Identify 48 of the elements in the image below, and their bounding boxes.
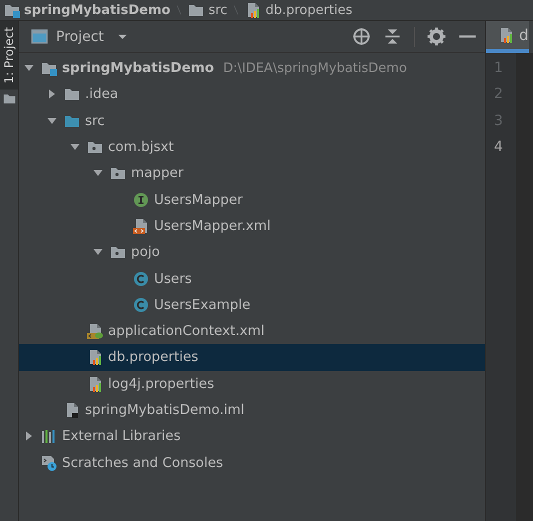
tree-item[interactable]: src xyxy=(19,108,485,134)
view-selector[interactable]: Project xyxy=(31,28,129,45)
properties-file-icon xyxy=(498,27,514,43)
package-icon xyxy=(110,165,126,182)
line-number: 4 xyxy=(493,138,504,157)
spring-xml-icon xyxy=(87,323,103,340)
tree-item[interactable]: com.bjsxt xyxy=(19,134,485,160)
side-tab[interactable]: 1: Project xyxy=(0,21,18,90)
folder-icon xyxy=(2,92,16,105)
breadcrumb-item[interactable]: db.properties xyxy=(245,2,352,18)
tree-item[interactable]: Scratches and Consoles xyxy=(19,449,485,476)
tree-item[interactable]: UsersMapper.xml xyxy=(19,212,485,240)
collapse-icon[interactable] xyxy=(383,27,402,46)
settings-icon[interactable] xyxy=(427,27,446,46)
breadcrumb-item[interactable]: springMybatisDemo xyxy=(4,2,170,18)
package-icon xyxy=(87,139,103,156)
class-icon xyxy=(133,296,149,313)
editor-tab[interactable]: d xyxy=(486,21,529,53)
scratch-file-icon xyxy=(41,454,57,471)
tree-item[interactable]: db.properties xyxy=(19,344,485,371)
breadcrumb-item[interactable]: src xyxy=(188,2,228,18)
tree-item[interactable]: External Libraries xyxy=(19,423,485,450)
tree-item[interactable]: springMybatisDemo.iml xyxy=(19,396,485,424)
class-icon xyxy=(133,270,149,287)
window-icon xyxy=(31,28,48,45)
properties-file-icon xyxy=(87,376,103,392)
tree-item[interactable]: UsersExample xyxy=(19,292,485,318)
path-text: D:\IDEA\springMybatisDemo xyxy=(223,60,407,76)
properties-file-icon xyxy=(87,349,103,366)
tree-item[interactable]: log4j.properties xyxy=(19,370,485,397)
xml-file-icon xyxy=(133,218,149,234)
tree-item[interactable]: applicationContext.xml xyxy=(19,318,485,344)
folder-icon xyxy=(41,60,57,76)
tree-item[interactable]: mapper xyxy=(19,160,485,186)
tree-item[interactable]: UsersMapper xyxy=(19,186,485,213)
interface-icon xyxy=(133,192,149,208)
folder-icon xyxy=(4,2,20,18)
folder-icon xyxy=(188,2,204,18)
tree-item[interactable]: .idea xyxy=(19,81,485,108)
module-file-icon xyxy=(64,402,80,418)
properties-file-icon xyxy=(245,2,262,18)
tree-item[interactable]: springMybatisDemo D:\IDEA\springMybatisDemo xyxy=(19,55,485,82)
libraries-icon xyxy=(41,428,57,444)
package-icon xyxy=(110,244,126,260)
locate-icon[interactable] xyxy=(352,27,371,46)
folder-icon xyxy=(64,86,80,102)
tree-item[interactable]: pojo xyxy=(19,239,485,266)
tree-item[interactable]: Users xyxy=(19,265,485,292)
